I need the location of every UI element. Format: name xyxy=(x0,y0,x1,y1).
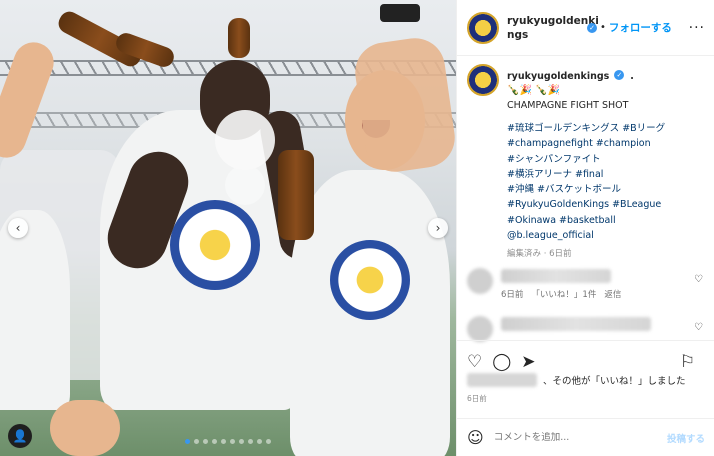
champions-print xyxy=(330,240,410,320)
caption-hashtags: #琉球ゴールデンキングス #Bリーグ #champagnefight #champ… xyxy=(507,121,705,243)
hashtag-line[interactable]: #琉球ゴールデンキングス #Bリーグ xyxy=(507,121,705,136)
caption-username[interactable]: ryukyugoldenkings xyxy=(507,71,609,82)
liker-names-blurred[interactable] xyxy=(467,373,537,387)
comment-input[interactable] xyxy=(493,432,644,443)
raised-arm xyxy=(351,34,456,176)
bookmark-icon[interactable]: ⚐ xyxy=(680,354,695,371)
hashtag-line[interactable]: #RyukyuGoldenKings #BLeague xyxy=(507,197,705,212)
carousel-prev-button[interactable]: ‹ xyxy=(8,218,28,238)
more-options-icon[interactable]: ··· xyxy=(689,20,705,36)
verified-badge-icon: ✓ xyxy=(614,69,625,80)
account-avatar[interactable] xyxy=(467,11,499,44)
follow-button[interactable]: フォローする xyxy=(609,20,672,35)
comment-text-blurred xyxy=(501,317,651,331)
comment-like-heart-icon[interactable]: ♡ xyxy=(694,322,703,333)
account-username[interactable]: ryukyugoldenki ngs xyxy=(507,14,599,42)
carousel-dot xyxy=(230,439,235,444)
commenter-avatar[interactable] xyxy=(467,316,493,342)
hashtag-line[interactable]: #シャンパンファイト xyxy=(507,152,705,167)
likes-summary: 、その他が「いいね！」しました xyxy=(467,373,686,387)
caption-title: CHAMPAGNE FIGHT SHOT xyxy=(507,100,629,111)
hashtag-line[interactable]: #沖縄 #バスケットボール xyxy=(507,182,705,197)
carousel-dot xyxy=(185,439,190,444)
post-side-panel: ryukyugoldenki ngs ✓ • フォローする ··· ryukyu… xyxy=(456,0,714,456)
carousel-dot xyxy=(203,439,208,444)
hashtag-line[interactable]: #横浜アリーナ #final xyxy=(507,167,705,182)
champions-print xyxy=(170,200,260,290)
share-icon[interactable]: ➤ xyxy=(521,354,535,371)
caption-avatar[interactable] xyxy=(467,64,499,96)
hand-foreground xyxy=(50,400,120,456)
hashtag-line[interactable]: #champagnefight #champion xyxy=(507,136,705,151)
comment-meta: 6日前 「いいね！」1件 返信 xyxy=(501,290,622,300)
player-shirt xyxy=(0,210,70,410)
comment-icon[interactable]: ◯ xyxy=(492,354,511,371)
post-comment-button[interactable]: 投稿する xyxy=(667,431,705,445)
caption-meta: 編集済み · 6日前 xyxy=(507,249,572,260)
champagne-bottle xyxy=(278,150,314,240)
tagged-users-icon[interactable]: 👤 xyxy=(8,424,32,448)
hashtag-line[interactable]: #Okinawa #basketball xyxy=(507,213,705,228)
champagne-foam xyxy=(225,165,265,205)
carousel-dot xyxy=(266,439,271,444)
wristwatch xyxy=(380,4,420,22)
post-date: 6日前 xyxy=(467,394,487,403)
comment-like-heart-icon[interactable]: ♡ xyxy=(694,274,703,285)
carousel-indicator xyxy=(0,439,456,444)
comment-composer: ☺ 投稿する xyxy=(457,418,714,456)
carousel-dot xyxy=(221,439,226,444)
carousel-next-button[interactable]: › xyxy=(428,218,448,238)
hashtag-line[interactable]: @b.league_official xyxy=(507,228,705,243)
emoji-picker-icon[interactable]: ☺ xyxy=(467,428,484,447)
raised-arm xyxy=(0,36,60,164)
champagne-foam xyxy=(215,110,275,170)
post-caption: ryukyugoldenkings ✓ . 🍾🎉 🍾🎉 CHAMPAGNE FI… xyxy=(467,64,707,259)
caption-emoji: 🍾🎉 🍾🎉 xyxy=(507,85,560,96)
verified-badge-icon: ✓ xyxy=(587,22,597,33)
comment-text-blurred xyxy=(501,269,611,283)
carousel-dot xyxy=(212,439,217,444)
heart-icon[interactable]: ♡ xyxy=(467,354,482,371)
champagne-bottle xyxy=(228,18,250,58)
separator-dot: • xyxy=(600,22,606,33)
commenter-avatar[interactable] xyxy=(467,268,493,294)
carousel-dot xyxy=(239,439,244,444)
carousel-dot xyxy=(194,439,199,444)
carousel-dot xyxy=(257,439,262,444)
carousel-dot xyxy=(248,439,253,444)
comment-item: 6日前 「いいね！」1件 返信 ♡ xyxy=(467,266,707,306)
post-photo: ‹ › 👤 xyxy=(0,0,456,456)
post-header: ryukyugoldenki ngs ✓ • フォローする ··· xyxy=(457,0,714,56)
instagram-post-modal: ‹ › 👤 ryukyugoldenki ngs ✓ • フォローする ··· … xyxy=(0,0,714,456)
